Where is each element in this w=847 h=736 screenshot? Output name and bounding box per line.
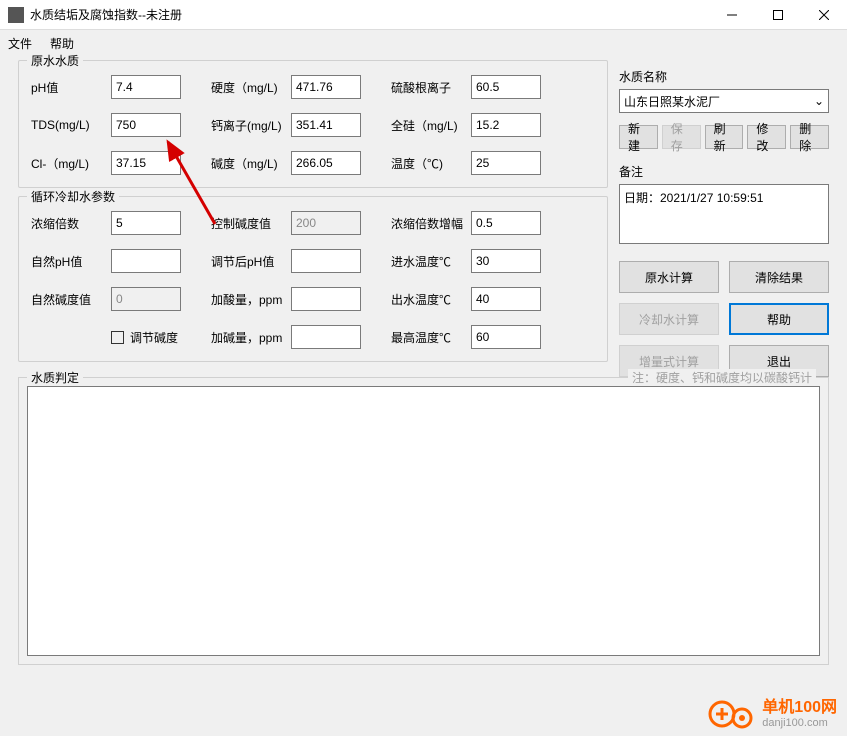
natalk-input	[111, 287, 181, 311]
adj-ph-input[interactable]	[291, 249, 361, 273]
ph-input[interactable]	[111, 75, 181, 99]
ctrl-alk-label: 控制碱度值	[211, 215, 291, 232]
raw-water-title: 原水水质	[27, 52, 83, 69]
menu-file[interactable]: 文件	[8, 35, 32, 52]
watermark-brand: 单机100网	[762, 699, 837, 717]
out-temp-input[interactable]	[471, 287, 541, 311]
ratio-inc-label: 浓缩倍数增幅	[391, 215, 471, 232]
temp-label: 温度（℃)	[391, 155, 471, 172]
natalk-label: 自然碱度值	[31, 291, 111, 308]
judgment-output	[27, 386, 820, 656]
watermark-url: danji100.com	[762, 717, 837, 729]
watermark: 单机100网 danji100.com	[708, 698, 837, 730]
memo-label: 备注	[619, 163, 829, 180]
maximize-button[interactable]	[755, 0, 801, 30]
natph-input[interactable]	[111, 249, 181, 273]
raw-calc-button[interactable]: 原水计算	[619, 261, 719, 293]
hardness-input[interactable]	[291, 75, 361, 99]
judgment-group: 水质判定 注：硬度、钙和碱度均以碳酸钙计	[18, 377, 829, 665]
adj-ph-label: 调节后pH值	[211, 253, 291, 270]
out-temp-label: 出水温度℃	[391, 291, 471, 308]
menubar: 文件 帮助	[0, 30, 847, 56]
max-temp-label: 最高温度℃	[391, 329, 471, 346]
water-name-label: 水质名称	[619, 68, 829, 85]
alkalinity-label: 碱度（mg/L)	[211, 155, 291, 172]
edit-button[interactable]: 修改	[747, 125, 786, 149]
memo-textarea[interactable]	[619, 184, 829, 244]
app-icon	[8, 7, 24, 23]
adjust-alk-label: 调节碱度	[130, 329, 178, 346]
ph-label: pH值	[31, 79, 111, 96]
window-title: 水质结垢及腐蚀指数--未注册	[30, 6, 709, 23]
ratio-input[interactable]	[111, 211, 181, 235]
delete-button[interactable]: 删除	[790, 125, 829, 149]
calcium-label: 钙离子(mg/L)	[211, 117, 291, 134]
cool-calc-button: 冷却水计算	[619, 303, 719, 335]
clear-result-button[interactable]: 清除结果	[729, 261, 829, 293]
temp-input[interactable]	[471, 151, 541, 175]
tds-label: TDS(mg/L)	[31, 118, 111, 132]
alkalinity-input[interactable]	[291, 151, 361, 175]
in-temp-label: 进水温度℃	[391, 253, 471, 270]
max-temp-input[interactable]	[471, 325, 541, 349]
acid-label: 加酸量，ppm	[211, 291, 291, 308]
sulfate-label: 硫酸根离子	[391, 79, 471, 96]
ctrl-alk-input	[291, 211, 361, 235]
minimize-button[interactable]	[709, 0, 755, 30]
alkali-label: 加碱量，ppm	[211, 329, 291, 346]
ratio-label: 浓缩倍数	[31, 215, 111, 232]
sulfate-input[interactable]	[471, 75, 541, 99]
judgment-title: 水质判定	[27, 369, 83, 386]
water-name-dropdown[interactable]: 山东日照某水泥厂 ⌄	[619, 89, 829, 113]
silicon-input[interactable]	[471, 113, 541, 137]
judgment-hint: 注：硬度、钙和碱度均以碳酸钙计	[628, 369, 816, 386]
new-button[interactable]: 新建	[619, 125, 658, 149]
help-button[interactable]: 帮助	[729, 303, 829, 335]
menu-help[interactable]: 帮助	[50, 35, 74, 52]
in-temp-input[interactable]	[471, 249, 541, 273]
water-name-value: 山东日照某水泥厂	[624, 93, 720, 110]
watermark-icon	[708, 698, 756, 730]
cl-input[interactable]	[111, 151, 181, 175]
cl-label: Cl-（mg/L)	[31, 155, 111, 172]
chevron-down-icon: ⌄	[814, 94, 824, 108]
silicon-label: 全硅（mg/L)	[391, 117, 471, 134]
acid-input[interactable]	[291, 287, 361, 311]
tds-input[interactable]	[111, 113, 181, 137]
raw-water-group: 原水水质 pH值 硬度（mg/L) 硫酸根离子 TDS(mg/L) 钙离子(mg…	[18, 60, 608, 188]
adjust-alk-checkbox[interactable]	[111, 331, 124, 344]
refresh-button[interactable]: 刷新	[705, 125, 744, 149]
save-button: 保存	[662, 125, 701, 149]
close-button[interactable]	[801, 0, 847, 30]
alkali-input[interactable]	[291, 325, 361, 349]
natph-label: 自然pH值	[31, 253, 111, 270]
calcium-input[interactable]	[291, 113, 361, 137]
hardness-label: 硬度（mg/L)	[211, 79, 291, 96]
titlebar: 水质结垢及腐蚀指数--未注册	[0, 0, 847, 30]
cooling-group: 循环冷却水参数 浓缩倍数 控制碱度值 浓缩倍数增幅 自然pH值 调节后pH值 进…	[18, 196, 608, 362]
cooling-title: 循环冷却水参数	[27, 188, 119, 205]
ratio-inc-input[interactable]	[471, 211, 541, 235]
